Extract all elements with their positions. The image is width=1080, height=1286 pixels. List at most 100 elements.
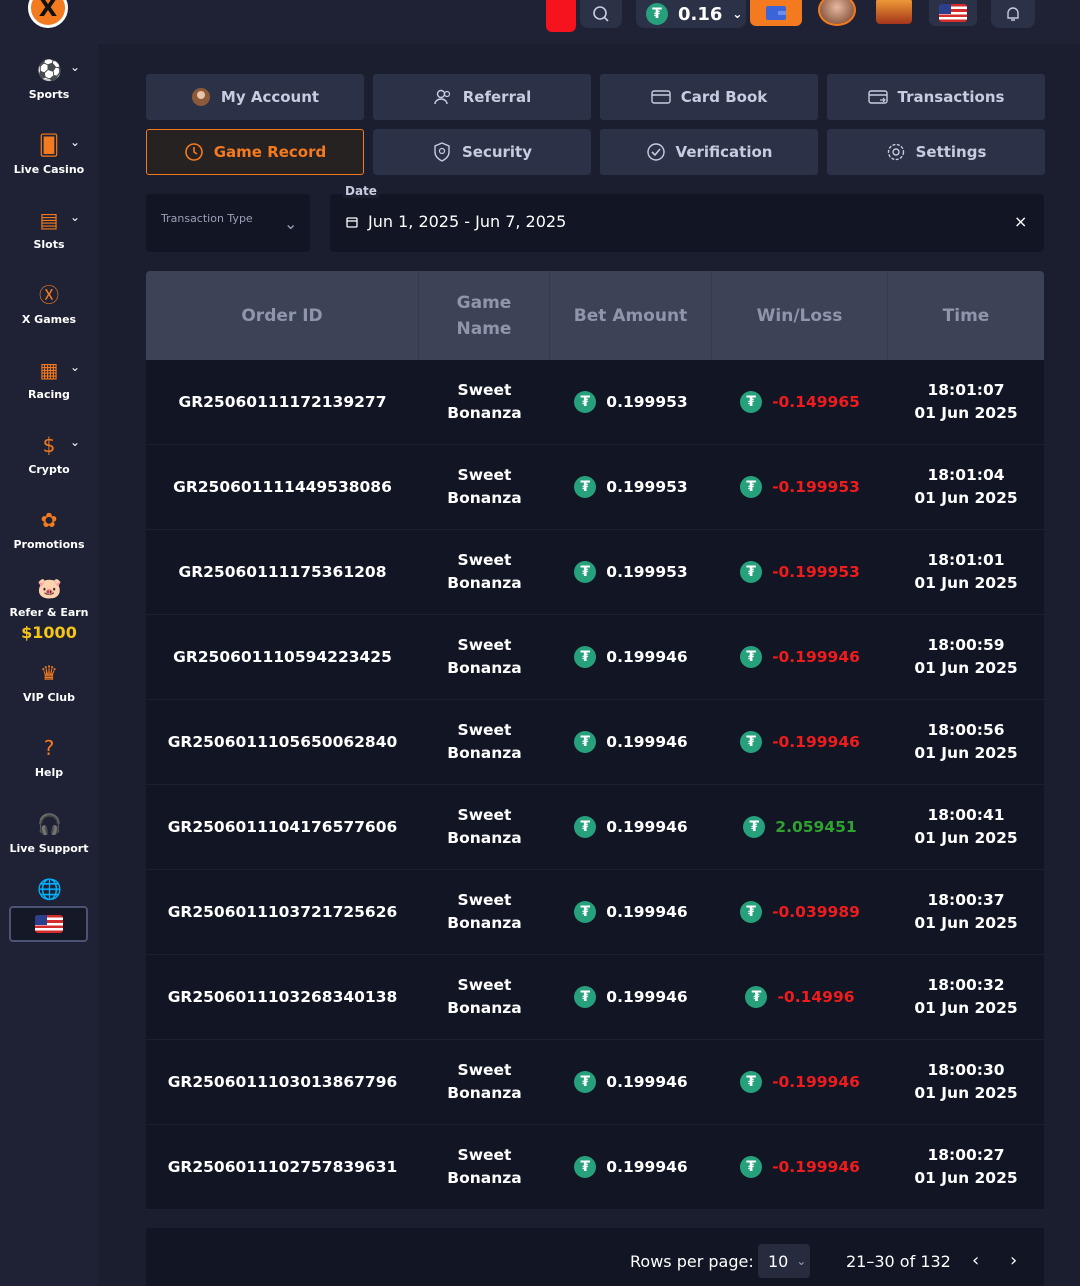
game-name-line-2: Bonanza <box>447 659 522 677</box>
tab-card-book[interactable]: Card Book <box>600 74 818 120</box>
bet-amount-cell: ₮ 0.199946 <box>550 615 712 699</box>
globe-button[interactable]: 🌐 <box>0 877 98 901</box>
sidebar-item-label: Help <box>34 766 64 779</box>
sidebar-item-slots[interactable]: ▤ ⌄ Slots <box>0 208 98 251</box>
game-name-line-1: Sweet <box>457 551 512 569</box>
treasure-chest-icon[interactable] <box>876 0 912 24</box>
column-header-bet-amount[interactable]: Bet Amount <box>550 271 712 360</box>
site-logo[interactable]: X <box>28 0 68 28</box>
usdt-icon: ₮ <box>574 986 597 1008</box>
date-range-value[interactable]: Jun 1, 2025 - Jun 7, 2025 <box>346 212 566 231</box>
tab-game-record[interactable]: Game Record <box>146 129 364 175</box>
sidebar-item-live-support[interactable]: 🎧 Live Support <box>0 812 98 855</box>
table-row: GR2506011104176577606 Sweet Bonanza ₮ 0.1999… <box>146 785 1044 870</box>
prev-page-button[interactable]: ‹ <box>972 1250 979 1271</box>
sidebar-item-racing[interactable]: ▦ ⌄ Racing <box>0 358 98 401</box>
usdt-icon: ₮ <box>574 391 597 413</box>
sidebar-item-vip-club[interactable]: ♛ VIP Club <box>0 661 98 704</box>
bell-icon <box>1007 7 1019 21</box>
win-loss-amount: -0.039989 <box>772 902 860 921</box>
order-id[interactable]: GR2506011104176577606 <box>168 816 398 839</box>
order-id[interactable]: GR2506011105650062840 <box>168 731 398 754</box>
sidebar-item-help[interactable]: ? Help <box>0 736 98 779</box>
time-cell: 18:00:32 01 Jun 2025 <box>888 955 1044 1039</box>
transaction-type-select[interactable]: Transaction Type ⌄ <box>146 194 310 252</box>
tab-referral[interactable]: Referral <box>373 74 591 120</box>
order-id-cell: GR2506011103268340138 <box>146 955 419 1039</box>
order-id[interactable]: GR250601110594223425 <box>173 646 392 669</box>
wallet-icon <box>766 6 786 20</box>
table-row: GR2506011105650062840 Sweet Bonanza ₮ 0.1999… <box>146 700 1044 785</box>
sidebar-item-sports[interactable]: ⚽ ⌄ Sports <box>0 58 98 101</box>
table-header: Order ID Game Name Bet Amount Win/Loss T… <box>146 271 1044 360</box>
sidebar-item-label: X Games <box>21 313 77 326</box>
chevron-down-icon: ⌄ <box>70 135 81 149</box>
bet-amount: 0.199946 <box>606 732 688 751</box>
sidebar-item-label: VIP Club <box>22 691 76 704</box>
avatar-icon <box>191 88 210 106</box>
column-header-time[interactable]: Time <box>888 271 1044 360</box>
date: 01 Jun 2025 <box>914 659 1018 677</box>
date: 01 Jun 2025 <box>914 489 1018 507</box>
column-header-win-loss[interactable]: Win/Loss <box>712 271 888 360</box>
game-name-line-2: Bonanza <box>447 829 522 847</box>
game-name-cell: Sweet Bonanza <box>419 360 550 444</box>
win-loss-cell: ₮ -0.149965 <box>712 360 888 444</box>
time-cell: 18:00:56 01 Jun 2025 <box>888 700 1044 784</box>
column-header-game-name[interactable]: Game Name <box>419 271 550 360</box>
tab-settings[interactable]: Settings <box>827 129 1045 175</box>
order-id[interactable]: GR2506011103268340138 <box>168 986 398 1009</box>
sidebar-item-refer-earn[interactable]: 🐷 Refer & Earn $1000 <box>0 576 98 642</box>
order-id[interactable]: GR2506011103013867796 <box>168 1071 398 1094</box>
time: 18:00:32 <box>927 976 1005 994</box>
time-cell: 18:00:41 01 Jun 2025 <box>888 785 1044 869</box>
calendar-icon <box>346 216 358 228</box>
win-loss-amount: -0.199953 <box>772 477 860 496</box>
users-icon <box>434 89 450 105</box>
next-page-button[interactable]: › <box>1010 1250 1017 1271</box>
card-icon <box>651 90 671 104</box>
tab-label: Referral <box>462 88 532 106</box>
sidebar-item-crypto[interactable]: $ ⌄ Crypto <box>0 433 98 476</box>
wallet-button[interactable] <box>750 0 802 26</box>
notifications-button[interactable] <box>991 0 1035 28</box>
bet-amount-cell: ₮ 0.199946 <box>550 955 712 1039</box>
win-loss-amount: -0.199946 <box>772 1072 860 1091</box>
bet-amount-cell: ₮ 0.199946 <box>550 870 712 954</box>
date: 01 Jun 2025 <box>914 404 1018 422</box>
rows-per-page-value: 10 <box>768 1251 789 1271</box>
rows-per-page-select[interactable]: 10 ⌄ <box>758 1244 810 1278</box>
rows-per-page-label: Rows per page: <box>630 1252 754 1271</box>
user-avatar[interactable] <box>818 0 856 26</box>
game-name-line-2: Bonanza <box>447 914 522 932</box>
time: 18:00:41 <box>927 806 1005 824</box>
tab-security[interactable]: Security <box>373 129 591 175</box>
language-button[interactable] <box>929 0 977 26</box>
sidebar-item-promotions[interactable]: ✿ Promotions <box>0 508 98 551</box>
order-id[interactable]: GR25060111172139277 <box>178 391 386 414</box>
sidebar-item-label: Slots <box>33 238 65 251</box>
order-id[interactable]: GR250601111449538086 <box>173 476 392 499</box>
order-id[interactable]: GR2506011102757839631 <box>168 1156 398 1179</box>
tab-transactions[interactable]: Transactions <box>827 74 1045 120</box>
sidebar-item-x-games[interactable]: Ⓧ X Games <box>0 283 98 326</box>
tab-my-account[interactable]: My Account <box>146 74 364 120</box>
tab-verification[interactable]: Verification <box>600 129 818 175</box>
transactions-icon <box>867 90 888 104</box>
sidebar-item-live-casino[interactable]: 🂠 ⌄ Live Casino <box>0 133 98 176</box>
language-selector[interactable] <box>9 906 88 942</box>
order-id[interactable]: GR25060111175361208 <box>178 561 386 584</box>
win-loss-cell: ₮ -0.199953 <box>712 445 888 529</box>
sports-icon: ⚽ <box>37 58 62 82</box>
search-button[interactable] <box>580 0 622 28</box>
order-id[interactable]: GR2506011103721725626 <box>168 901 398 924</box>
time-cell: 18:01:04 01 Jun 2025 <box>888 445 1044 529</box>
column-header-order-id[interactable]: Order ID <box>146 271 419 360</box>
usdt-icon: ₮ <box>740 561 763 583</box>
time-cell: 18:00:27 01 Jun 2025 <box>888 1125 1044 1209</box>
order-id-cell: GR2506011103013867796 <box>146 1040 419 1124</box>
red-button[interactable] <box>546 0 576 32</box>
clear-date-button[interactable]: × <box>1014 212 1027 231</box>
win-loss-amount: 2.059451 <box>775 817 857 836</box>
balance-selector[interactable]: ₮ 0.16 ⌄ <box>636 0 746 28</box>
